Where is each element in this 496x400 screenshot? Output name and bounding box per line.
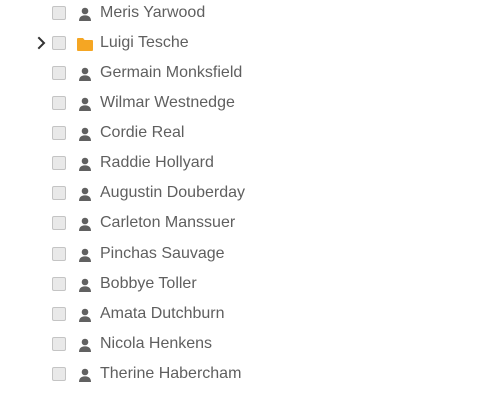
person-icon (79, 67, 91, 81)
tree-item-label: Luigi Tesche (100, 34, 189, 51)
person-icon (79, 338, 91, 352)
tree-item[interactable]: Therine Habercham (0, 361, 496, 387)
folder-icon (77, 38, 93, 51)
person-icon (79, 278, 91, 292)
person-icon (79, 127, 91, 141)
person-icon (79, 217, 91, 231)
item-checkbox[interactable] (52, 247, 66, 261)
tree-item-label: Wilmar Westnedge (100, 94, 235, 111)
item-checkbox[interactable] (52, 186, 66, 200)
tree-item-label: Augustin Douberday (100, 184, 245, 201)
tree-item[interactable]: Amata Dutchburn (0, 301, 496, 327)
item-checkbox[interactable] (52, 216, 66, 230)
person-icon (79, 187, 91, 201)
tree-item-label: Nicola Henkens (100, 335, 213, 352)
person-icon (79, 157, 91, 171)
tree-item[interactable]: Meris Yarwood (0, 0, 496, 26)
tree-item-label: Cordie Real (100, 124, 185, 141)
item-checkbox[interactable] (52, 337, 66, 351)
item-checkbox[interactable] (52, 66, 66, 80)
tree-item-label: Therine Habercham (100, 365, 242, 382)
tree-item[interactable]: Cordie Real (0, 120, 496, 146)
tree-item-label: Raddie Hollyard (100, 154, 214, 171)
item-checkbox[interactable] (52, 96, 66, 110)
person-icon (79, 248, 91, 262)
item-checkbox[interactable] (52, 307, 66, 321)
tree-item-label: Pinchas Sauvage (100, 245, 225, 262)
tree-item-label: Meris Yarwood (100, 4, 206, 21)
item-checkbox[interactable] (52, 367, 66, 381)
tree-item-label: Bobbye Toller (100, 275, 197, 292)
tree-item-label: Germain Monksfield (100, 64, 243, 81)
tree-item[interactable]: Wilmar Westnedge (0, 90, 496, 116)
person-icon (79, 97, 91, 111)
person-icon (79, 7, 91, 21)
item-checkbox[interactable] (52, 36, 66, 50)
item-checkbox[interactable] (52, 6, 66, 20)
tree-item-label: Carleton Manssuer (100, 214, 236, 231)
tree-item-folder[interactable]: Luigi Tesche (0, 30, 496, 56)
tree-item[interactable]: Raddie Hollyard (0, 150, 496, 176)
item-checkbox[interactable] (52, 277, 66, 291)
person-icon (79, 308, 91, 322)
item-checkbox[interactable] (52, 156, 66, 170)
item-checkbox[interactable] (52, 126, 66, 140)
tree-item[interactable]: Bobbye Toller (0, 271, 496, 297)
chevron-right-icon[interactable] (34, 35, 50, 51)
tree-item[interactable]: Germain Monksfield (0, 60, 496, 86)
tree-item[interactable]: Pinchas Sauvage (0, 241, 496, 267)
person-icon (79, 368, 91, 382)
tree-item[interactable]: Augustin Douberday (0, 180, 496, 206)
tree-item[interactable]: Carleton Manssuer (0, 210, 496, 236)
tree-item[interactable]: Nicola Henkens (0, 331, 496, 357)
tree-item-label: Amata Dutchburn (100, 305, 225, 322)
